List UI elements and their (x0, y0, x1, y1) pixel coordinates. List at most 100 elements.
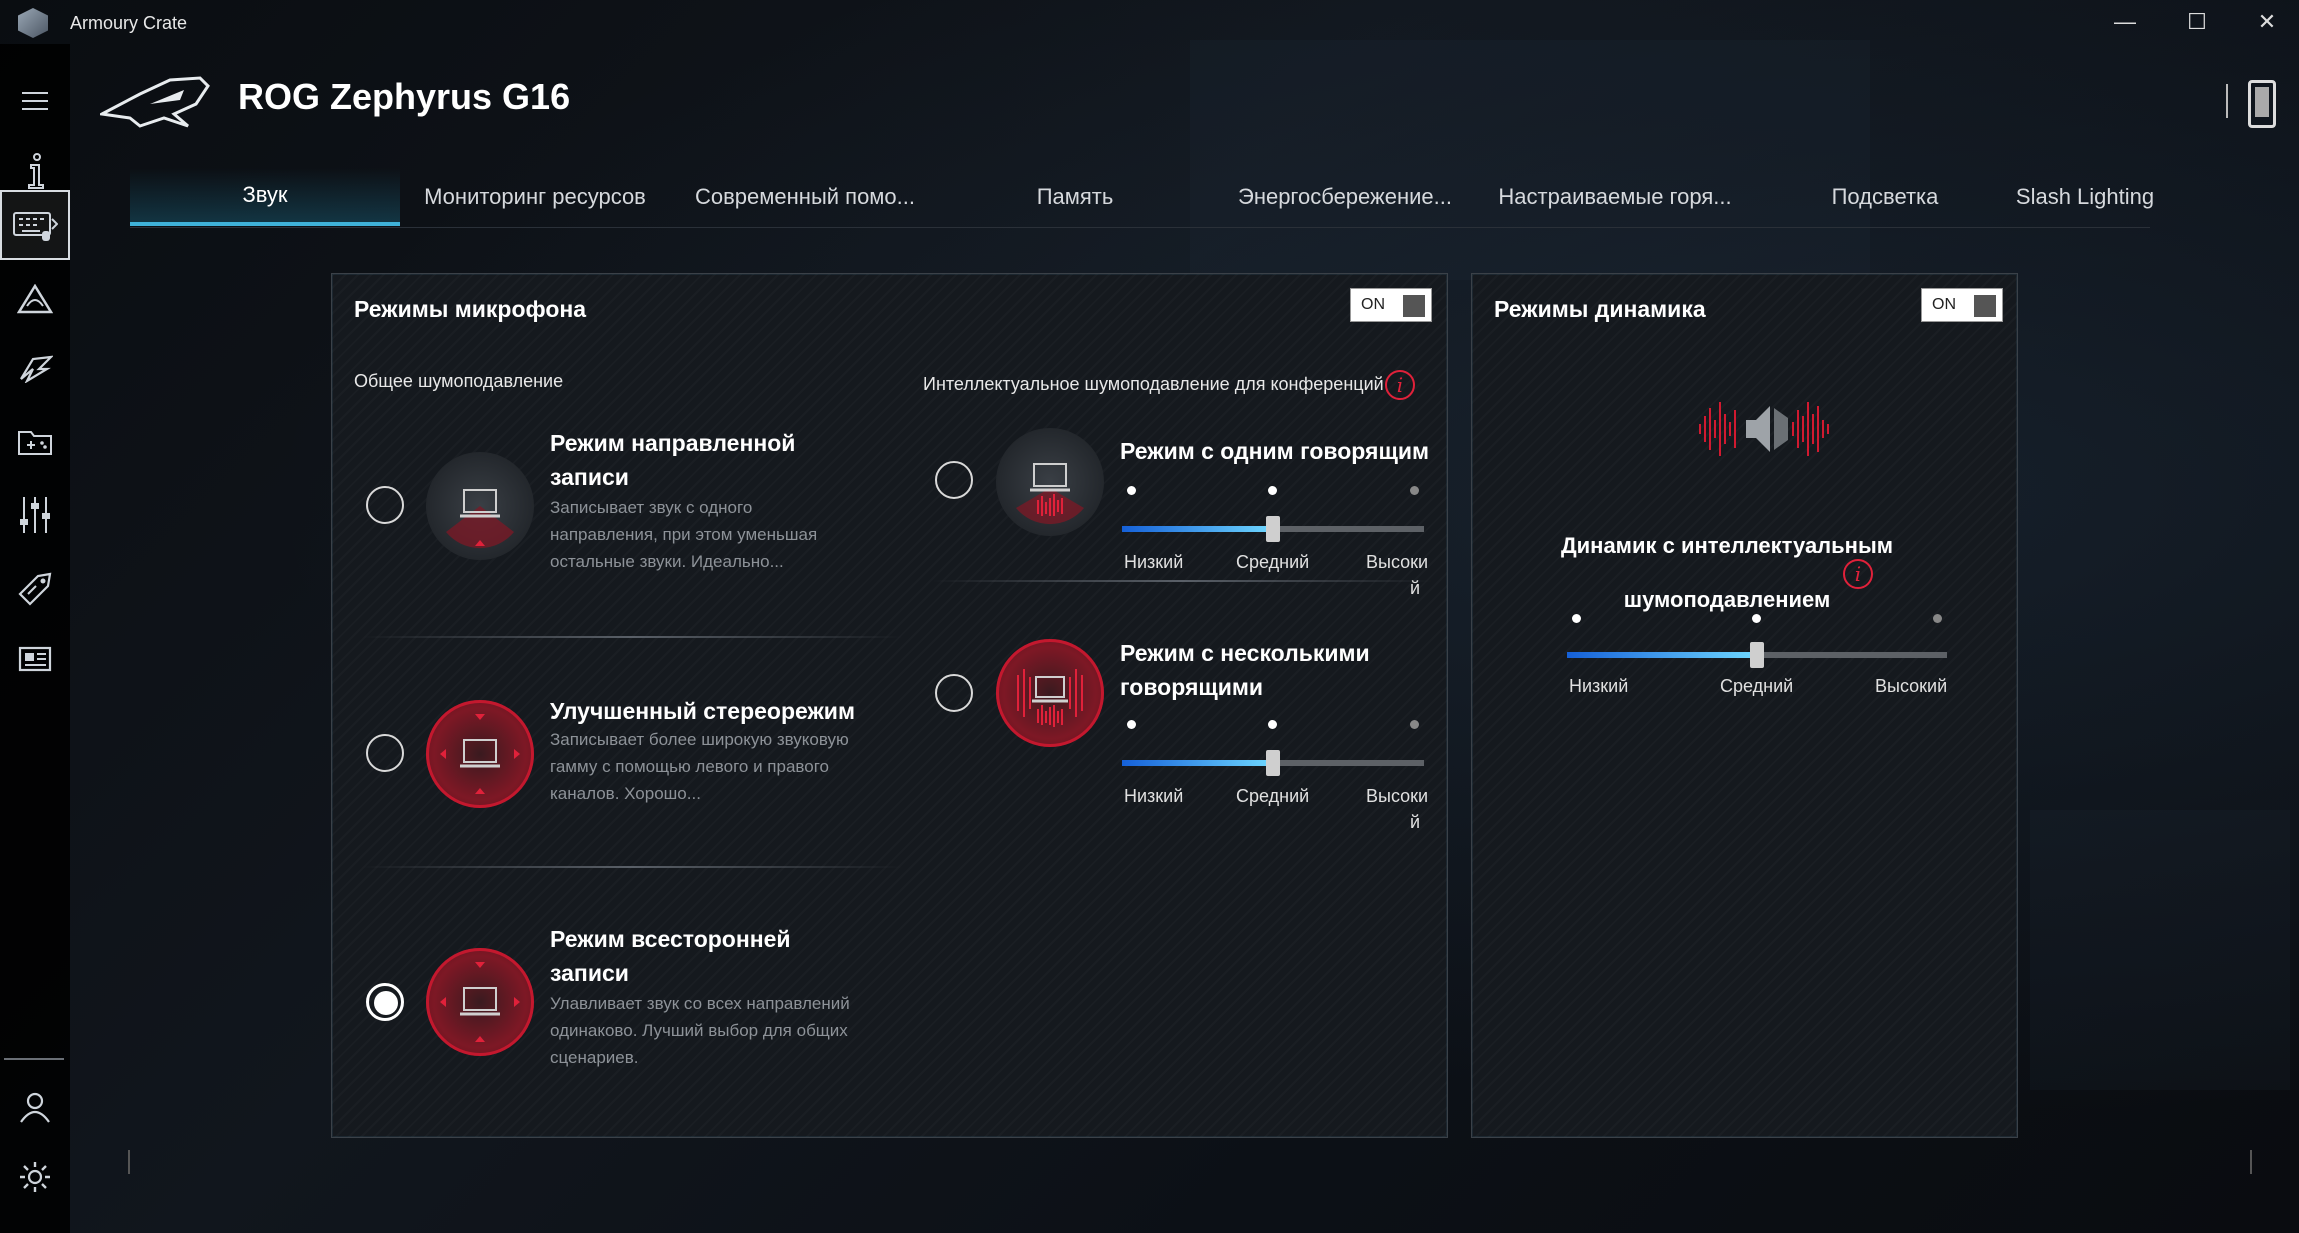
device-name: ROG Zephyrus G16 (238, 76, 571, 117)
device-separator (2226, 84, 2228, 118)
slider-thumb[interactable] (1266, 516, 1280, 542)
multi-speaker-radio[interactable] (935, 674, 973, 712)
slider-dot (1410, 720, 1419, 729)
slider-thumb[interactable] (1266, 750, 1280, 776)
aura-sync-icon[interactable] (0, 264, 70, 334)
mode-title: Режим с несколькими говорящими (1120, 640, 1370, 700)
armoury-scenario-icon[interactable] (0, 334, 70, 404)
toggle-knob (1403, 295, 1425, 317)
minimize-button[interactable]: — (2090, 4, 2160, 40)
slider-label-high: Высоки (1366, 786, 1429, 806)
omni-mode-icon (426, 948, 534, 1056)
game-library-icon[interactable] (0, 406, 70, 476)
toggle-label: ON (1361, 296, 1385, 313)
device-thumbnail-icon[interactable] (2248, 80, 2276, 128)
deals-tag-icon[interactable] (0, 554, 70, 624)
divider (362, 636, 902, 638)
keyboard-device-icon[interactable] (0, 190, 70, 260)
single-speaker-slider[interactable]: Низкий Средний Высоки й (1122, 486, 1428, 606)
tab-hotkeys[interactable]: Настраиваемые горя... (1480, 168, 1750, 226)
rog-logo (100, 76, 210, 128)
mode-description: Записывает более широкую звуковую гамму … (550, 730, 849, 803)
info-icon[interactable]: i (1843, 559, 1873, 589)
tab-memory[interactable]: Память (940, 168, 1210, 226)
corner-mark (2236, 1150, 2252, 1174)
corner-mark (128, 1150, 144, 1174)
slider-dot (1410, 486, 1419, 495)
panel-title: Режимы динамика (1494, 296, 1706, 322)
slider-label-high: Высокий (1875, 676, 1948, 696)
tab-bar: Звук Мониторинг ресурсов Современный пом… (130, 168, 2154, 228)
slider-label-mid: Средний (1236, 786, 1310, 806)
tab-slash-lighting[interactable]: Slash Lighting (2016, 168, 2154, 226)
user-center-icon[interactable] (0, 1072, 70, 1142)
divider (932, 580, 1432, 582)
mode-title: Режим направленной записи (550, 430, 796, 490)
multi-speaker-slider[interactable]: Низкий Средний Высоки й (1122, 720, 1428, 840)
title-bar: Armoury Crate — ☐ ✕ (0, 0, 2299, 44)
speaker-nr-slider[interactable]: Низкий Средний Высокий (1567, 614, 1947, 714)
directional-mode-radio[interactable] (366, 486, 404, 524)
toggle-label: ON (1932, 296, 1956, 313)
background-panel (1190, 40, 1870, 280)
slider-dot (1572, 614, 1581, 623)
slider-label-low: Низкий (1124, 786, 1184, 806)
mic-toggle[interactable]: ON (1350, 288, 1432, 322)
toggle-knob (1974, 295, 1996, 317)
panel-title: Режимы микрофона (354, 296, 587, 322)
tab-sound[interactable]: Звук (130, 168, 400, 226)
speaker-toggle[interactable]: ON (1921, 288, 2003, 322)
directional-mode-icon (426, 452, 534, 560)
slider-fill (1122, 760, 1273, 766)
slider-fill (1567, 652, 1757, 658)
slider-dot (1127, 486, 1136, 495)
mode-title: Режим всесторонней записи (550, 926, 791, 986)
stereo-mode-radio[interactable] (366, 734, 404, 772)
ai-nr-heading: Интеллектуальное шумоподавление для конф… (923, 374, 1384, 394)
settings-sliders-icon[interactable] (0, 480, 70, 550)
multi-speaker-icon (996, 639, 1104, 747)
tab-lighting[interactable]: Подсветка (1750, 168, 2020, 226)
slider-thumb[interactable] (1750, 642, 1764, 668)
app-title: Armoury Crate (70, 13, 188, 33)
slider-dots (1122, 720, 1424, 730)
speaker-soundwave-icon (1699, 402, 1829, 456)
slider-dot (1268, 720, 1277, 729)
hamburger-menu-icon[interactable] (0, 66, 70, 136)
settings-gear-icon[interactable] (0, 1142, 70, 1212)
mode-title: Улучшенный стереорежим (550, 698, 855, 724)
speaker-modes-panel: Режимы динамика ON Динамик с интеллектуа… (1471, 273, 2018, 1138)
slider-label-low: Низкий (1569, 676, 1629, 696)
general-nr-heading: Общее шумоподавление (354, 371, 564, 391)
slider-label-high-wrap: й (1410, 812, 1421, 832)
slider-dot (1268, 486, 1277, 495)
omni-mode-radio[interactable] (366, 983, 404, 1021)
slider-label-low: Низкий (1124, 552, 1184, 572)
sidebar (0, 44, 70, 1233)
tab-resource-monitor[interactable]: Мониторинг ресурсов (400, 168, 670, 226)
slider-dot (1127, 720, 1136, 729)
maximize-button[interactable]: ☐ (2162, 4, 2232, 40)
slider-label-mid: Средний (1720, 676, 1794, 696)
single-speaker-radio[interactable] (935, 461, 973, 499)
slider-dot (1752, 614, 1761, 623)
divider (362, 866, 902, 868)
mode-description: Записывает звук с одного направления, пр… (550, 498, 818, 571)
stereo-mode-icon (426, 700, 534, 808)
mic-modes-panel: Режимы микрофона ON Общее шумоподавление… (331, 273, 1448, 1138)
slider-fill (1122, 526, 1273, 532)
armoury-crate-logo-icon (18, 8, 48, 38)
slider-dot (1933, 614, 1942, 623)
slider-label-mid: Средний (1236, 552, 1310, 572)
tab-power-saving[interactable]: Энергосбережение... (1210, 168, 1480, 226)
slider-dots (1122, 486, 1424, 496)
close-button[interactable]: ✕ (2232, 4, 2299, 40)
sidebar-divider (4, 1058, 64, 1060)
info-icon[interactable]: i (1385, 370, 1415, 400)
tab-modern-standby[interactable]: Современный помо... (670, 168, 940, 226)
news-icon[interactable] (0, 624, 70, 694)
slider-label-high: Высоки (1366, 552, 1429, 572)
slider-dots (1567, 614, 1947, 624)
background-panel (2030, 810, 2290, 1090)
single-speaker-icon (996, 428, 1104, 536)
